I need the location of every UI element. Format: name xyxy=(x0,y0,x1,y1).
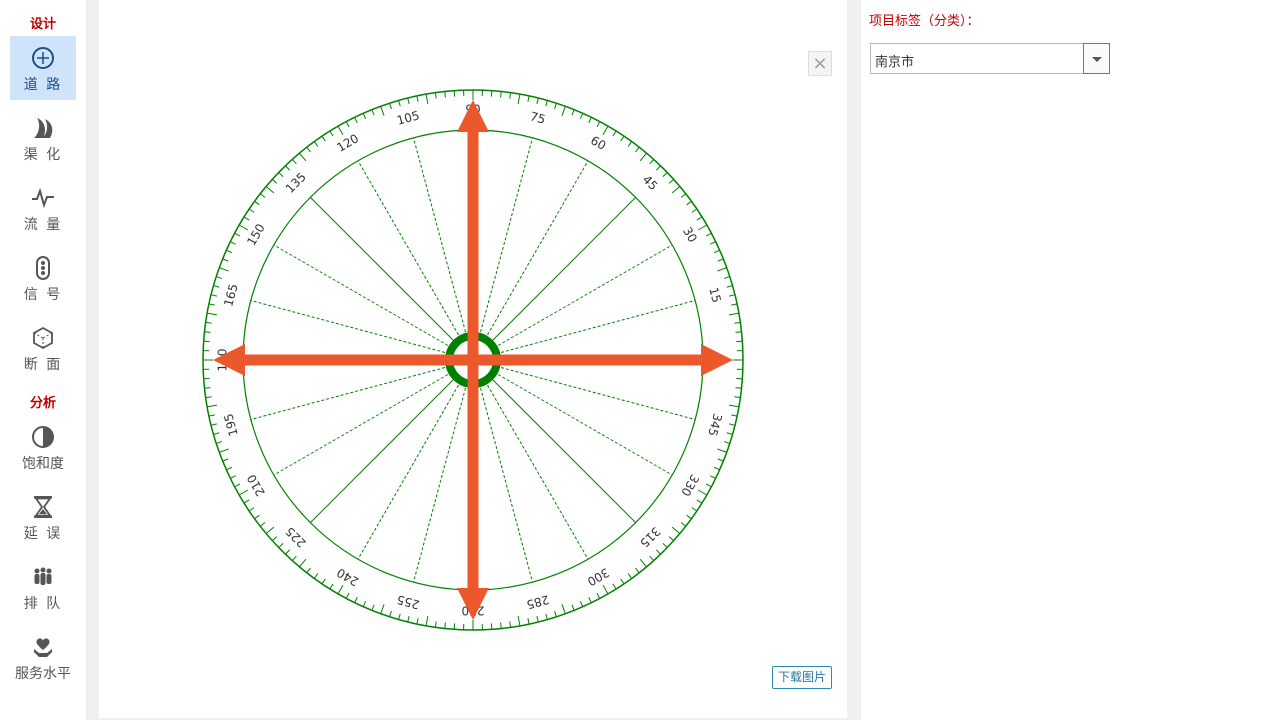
sidebar-item-label: 断 面 xyxy=(23,357,63,373)
cube-icon xyxy=(33,326,53,350)
sidebar-item-flow[interactable]: 流 量 xyxy=(10,176,76,240)
section-title-analysis: 分析 xyxy=(29,396,56,411)
chevron-down-icon xyxy=(1092,57,1102,62)
sidebar-item-service[interactable]: 服务水平 xyxy=(10,625,76,689)
sidebar-item-label: 信 号 xyxy=(23,287,63,303)
download-image-button[interactable]: 下载图片 xyxy=(772,666,832,689)
sidebar-item-signal[interactable]: 信 号 xyxy=(10,246,76,310)
project-tag-label: 项目标签（分类）： xyxy=(869,14,980,29)
sidebar-item-saturation[interactable]: 饱和度 xyxy=(10,415,76,479)
crosshair-icon xyxy=(32,47,54,69)
close-button[interactable]: × xyxy=(808,51,832,76)
pulse-icon xyxy=(32,187,54,209)
sidebar-item-channel[interactable]: 渠 化 xyxy=(10,106,76,170)
right-panel xyxy=(861,0,1280,720)
sidebar-item-label: 排 队 xyxy=(23,596,63,612)
dropdown-toggle[interactable] xyxy=(1083,43,1110,74)
sidebar-item-label: 饱和度 xyxy=(22,456,64,472)
sidebar-item-label: 道 路 xyxy=(23,77,63,93)
sidebar-item-label: 服务水平 xyxy=(15,666,71,682)
curve-icon xyxy=(34,118,53,138)
section-title-design: 设计 xyxy=(29,17,56,32)
heart-hand-icon xyxy=(34,638,52,657)
sidebar-item-section[interactable]: 断 面 xyxy=(10,316,76,380)
main-panel xyxy=(99,0,847,718)
sidebar-item-road[interactable]: 道 路 xyxy=(10,36,76,100)
sidebar-item-label: 渠 化 xyxy=(23,147,63,163)
half-circle-icon xyxy=(32,426,54,448)
hourglass-icon xyxy=(34,496,52,518)
city-select[interactable]: 南京市 xyxy=(870,43,1110,74)
sidebar: 设计 道 路 渠 化 流 量 信 号 断 面 分析 饱和度 延 误 排 队 服务… xyxy=(0,0,86,720)
sidebar-item-label: 延 误 xyxy=(23,526,63,542)
sidebar-item-delay[interactable]: 延 误 xyxy=(10,485,76,549)
sidebar-item-label: 流 量 xyxy=(23,217,63,233)
city-select-value: 南京市 xyxy=(875,55,915,70)
sidebar-item-queue[interactable]: 排 队 xyxy=(10,555,76,619)
traffic-light-icon xyxy=(36,256,50,280)
people-icon xyxy=(34,567,52,585)
